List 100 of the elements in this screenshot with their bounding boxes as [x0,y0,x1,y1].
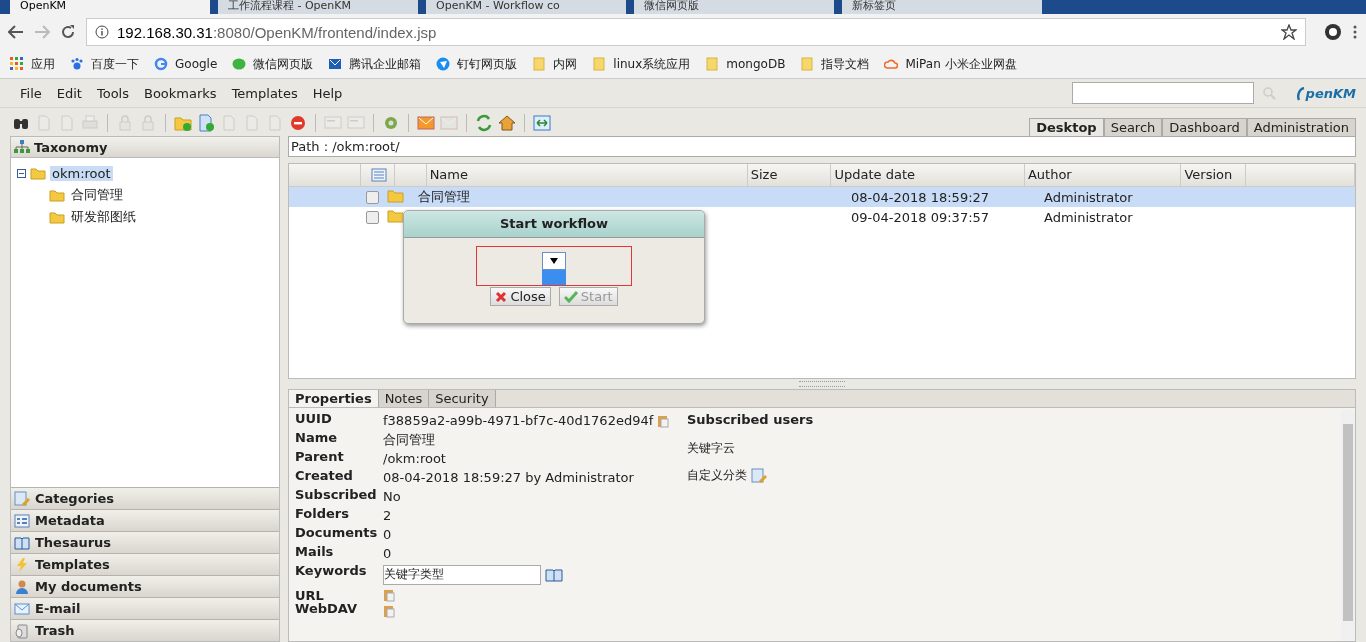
field-label: Folders [295,506,350,523]
home-icon[interactable] [498,114,516,132]
document-icon[interactable] [266,114,284,132]
bookmark[interactable]: 钉钉网页版 [436,55,518,73]
caret-icon [550,257,558,264]
panel-header[interactable]: Metadata [11,509,279,531]
collapse-icon[interactable] [17,168,26,178]
table-cell: Administrator [1044,209,1133,225]
list-pencil-icon [14,490,30,507]
form-icon[interactable] [324,114,342,132]
bookmark[interactable]: Google [154,57,218,71]
printer-icon[interactable] [81,114,99,132]
menu-item[interactable]: Edit [56,85,82,101]
scrollbar[interactable] [1341,410,1355,641]
browser-tab[interactable]: OpenKM [10,0,210,14]
field-label: Subscribed [295,487,378,504]
list-pencil-icon[interactable] [751,467,767,484]
panel-header[interactable]: My documents [11,575,279,597]
document-icon[interactable] [220,114,238,132]
bookmark[interactable]: 指导文档 [800,55,870,73]
refresh-icon[interactable] [475,114,493,132]
workspace-tab[interactable]: Dashboard [1162,118,1247,136]
folder-icon [30,166,46,180]
clipboard-icon[interactable] [383,603,395,618]
tree-item[interactable]: 合同管理 [69,186,125,204]
tree-item[interactable]: 研发部图纸 [69,208,138,226]
lock-icon[interactable] [116,114,134,132]
browser-tab[interactable]: 工作流程课程 - OpenKM [218,0,418,14]
panel-header[interactable]: Categories [11,487,279,509]
bookmark[interactable]: 腾讯企业邮箱 [328,55,422,73]
new-folder-icon[interactable] [174,114,192,132]
folder-icon [592,57,607,71]
document-icon[interactable] [58,114,76,132]
bookmark[interactable]: linux系统应用 [592,55,691,73]
bookmark[interactable]: 微信网页版 [232,55,314,73]
apps-grid-icon [10,57,24,71]
book-icon[interactable] [545,568,563,582]
panel-header[interactable]: Templates [11,553,279,575]
column-header[interactable]: Name [426,164,748,186]
arrows-icon[interactable] [533,114,551,132]
mail-icon[interactable] [440,114,458,132]
browser-tab[interactable]: 微信网页版 [634,0,834,14]
menu-item[interactable]: File [20,85,42,101]
extension-icon[interactable] [1324,23,1342,41]
back-icon[interactable] [8,25,24,39]
forward-icon[interactable] [34,25,50,39]
folder-icon [532,57,547,71]
tree-item[interactable]: okm:root [50,165,113,181]
bookmark[interactable]: MiPan 小米企业网盘 [884,55,1017,73]
workflow-select[interactable] [542,252,566,270]
document-icon[interactable] [35,114,53,132]
close-button[interactable]: Close [490,287,551,306]
search-field[interactable] [1071,82,1254,104]
star-icon[interactable] [1281,24,1297,40]
field-value: 08-04-2018 18:59:27 by Administrator [383,470,634,485]
form-icon[interactable] [347,114,365,132]
lock-icon[interactable] [139,114,157,132]
taxonomy-header[interactable]: Taxonomy [11,137,279,158]
field-label: Documents [295,525,379,542]
workspace-tab[interactable]: Search [1103,118,1163,136]
menu-icon[interactable] [1352,24,1358,40]
list-icon[interactable] [370,168,387,182]
bookmark[interactable]: 内网 [532,55,578,73]
field-value: 2 [383,508,392,523]
menu-item[interactable]: Tools [96,85,129,101]
panel-header[interactable]: Trash [11,619,279,641]
column-header[interactable]: Version [1181,164,1247,186]
menu-item[interactable]: Help [312,85,343,101]
checkbox[interactable] [365,210,379,224]
workspace-tab[interactable]: Administration [1246,118,1356,136]
menu-item[interactable]: Templates [231,85,298,101]
browser-tab[interactable]: 新标签页 [842,0,1042,14]
panel-header[interactable]: E-mail [11,597,279,619]
keyword-field[interactable]: 关键字类型 [383,565,541,585]
properties-tab[interactable]: Security [429,390,496,407]
properties-tab[interactable]: Properties [289,390,379,407]
logo: penKM [1295,85,1356,101]
delete-icon[interactable] [289,114,307,132]
column-header[interactable]: Size [747,164,832,186]
properties-tab[interactable]: Notes [378,390,430,407]
clipboard-icon[interactable] [383,587,395,602]
reload-icon[interactable] [60,24,76,40]
settings-icon[interactable] [382,114,400,132]
document-icon[interactable] [243,114,261,132]
search-icon[interactable] [1261,86,1276,100]
table-cell: 合同管理 [418,189,470,204]
panel-header[interactable]: Thesaurus [11,531,279,553]
clipboard-icon[interactable] [657,413,670,428]
address-bar[interactable]: 192.168.30.31:8080/OpenKM/frontend/index.jsp [86,18,1306,46]
mail-icon[interactable] [417,114,435,132]
bookmark[interactable]: 百度一下 [70,55,139,73]
browser-tab[interactable]: OpenKM - Workflow co [426,0,626,14]
checkbox[interactable] [365,190,379,204]
menu-item[interactable]: Bookmarks [144,85,217,101]
bookmark[interactable]: 应用 [10,55,55,73]
new-document-icon[interactable] [197,114,215,132]
workspace-tab[interactable]: Desktop [1029,118,1104,136]
bookmark[interactable]: mongoDB [705,57,786,71]
column-header[interactable]: Update date [831,164,1025,186]
column-header[interactable]: Author [1024,164,1182,186]
